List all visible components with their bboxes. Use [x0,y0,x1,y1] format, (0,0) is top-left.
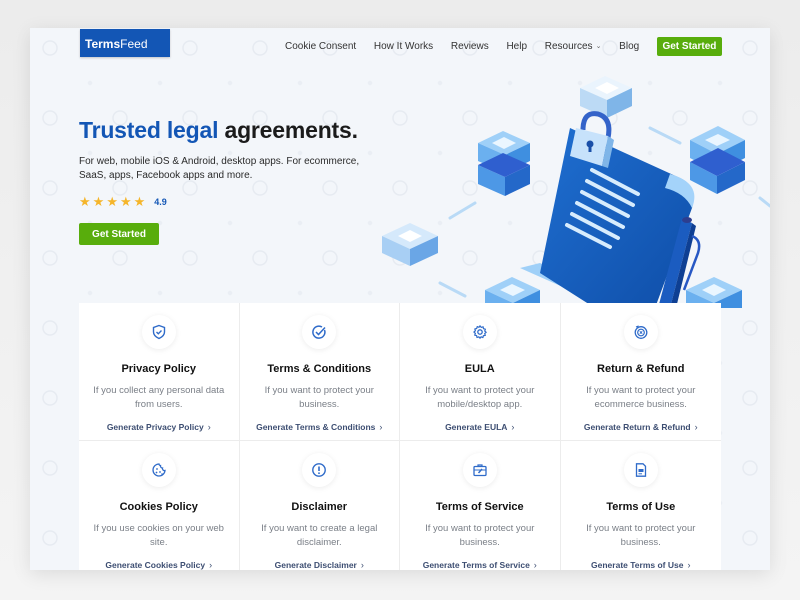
briefcase-icon [473,464,487,477]
chevron-right-icon: › [533,560,537,570]
card-description: If you want to protect your ecommerce bu… [586,385,696,410]
nav-get-started-button[interactable]: Get Started [656,36,722,56]
star-icon: ★ [79,194,91,209]
chevron-right-icon: › [511,422,515,432]
nav-cookie-consent[interactable]: Cookie Consent [285,41,356,52]
star-icon: ★ [133,194,146,209]
hero-illustration [382,76,770,308]
hero-title: Trusted legal agreements. [79,117,358,144]
card-title: Terms & Conditions [267,363,372,375]
card-icon-wrap [141,315,176,349]
rating: ★ ★ ★ ★ ★ 4.9 [79,195,167,208]
link-label: Generate Terms of Use [591,560,684,570]
box-top-center [580,76,632,118]
card-description: If you want to protect your business. [264,385,374,410]
box-left [382,223,438,266]
box-stack-left [478,131,530,196]
card-terms-conditions: Terms & Conditions If you want to protec… [239,303,400,441]
generate-terms-conditions-link[interactable]: Generate Terms & Conditions › [256,422,382,432]
logo[interactable]: Terms Feed [80,29,170,57]
generate-eula-link[interactable]: Generate EULA › [445,422,514,432]
card-description: If you collect any personal data from us… [93,385,225,410]
chevron-right-icon: › [379,422,383,432]
card-disclaimer: Disclaimer If you want to create a legal… [240,441,400,570]
card-description: If you want to protect your business. [425,523,535,548]
card-description: If you want to protect your mobile/deskt… [425,385,535,410]
card-icon-wrap [623,315,658,349]
link-label: Generate Terms & Conditions [256,422,376,432]
generate-cookies-policy-link[interactable]: Generate Cookies Policy › [105,560,212,570]
generate-terms-of-use-link[interactable]: Generate Terms of Use › [591,560,690,570]
card-description: If you want to create a legal disclaimer… [261,523,378,548]
hero-title-rest: agreements. [218,117,358,143]
card-description: If you use cookies on your web site. [93,523,224,548]
chevron-down-icon: ⌄ [595,43,602,50]
rating-value: 4.9 [154,196,167,207]
link-label: Generate Privacy Policy [106,422,204,432]
refund-icon [634,325,648,339]
generate-terms-of-service-link[interactable]: Generate Terms of Service › [423,560,537,570]
card-terms-of-use: Terms of Use If you want to protect your… [561,441,722,570]
link-label: Generate EULA [445,422,508,432]
hero-get-started-button[interactable]: Get Started [79,223,159,245]
card-icon-wrap [462,453,497,487]
logo-text-bold: Terms [85,37,121,51]
gear-icon [473,325,487,339]
generate-privacy-policy-link[interactable]: Generate Privacy Policy › [107,422,211,432]
card-icon-wrap [302,315,337,349]
card-privacy-policy: Privacy Policy If you collect any person… [79,303,240,441]
main-nav: Cookie Consent How It Works Reviews Help… [285,36,722,56]
nav-reviews[interactable]: Reviews [451,41,489,52]
generate-disclaimer-link[interactable]: Generate Disclaimer › [275,560,364,570]
card-title: Cookies Policy [119,501,198,513]
star-icon: ★ [106,194,118,209]
chevron-right-icon: › [687,560,691,570]
card-title: Privacy Policy [121,363,197,375]
link-label: Generate Cookies Policy [105,560,206,570]
alert-circle-icon [312,463,327,477]
document-icon [635,463,646,477]
card-return-refund: Return & Refund If you want to protect y… [560,303,721,441]
card-title: Terms of Service [435,501,524,513]
link-label: Generate Disclaimer [274,560,357,570]
star-icon: ★ [119,194,132,209]
card-icon-wrap [141,453,176,487]
star-icon: ★ [92,194,105,209]
nav-resources[interactable]: Resources ⌄ [545,41,602,52]
page: Terms Feed Cookie Consent How It Works Re… [30,28,770,570]
hero-title-accent: Trusted legal [79,117,219,143]
cookie-icon [152,463,166,477]
card-eula: EULA If you want to protect your mobile/… [400,303,561,441]
card-title: Terms of Use [606,501,676,513]
card-title: EULA [464,363,495,375]
check-circle-icon [312,325,326,339]
nav-how-it-works[interactable]: How It Works [374,41,433,52]
chevron-right-icon: › [360,560,364,570]
card-icon-wrap [462,315,497,349]
shield-check-icon [152,324,165,340]
nav-help[interactable]: Help [506,41,527,52]
card-title: Return & Refund [597,363,685,375]
card-title: Disclaimer [291,501,348,513]
logo-text-regular: Feed [120,37,148,51]
agreement-cards: Privacy Policy If you collect any person… [79,303,721,570]
link-label: Generate Return & Refund [583,422,691,432]
hero-subtitle: For web, mobile iOS & Android, desktop a… [79,156,360,181]
card-icon-wrap [302,453,337,487]
chevron-right-icon: › [694,422,698,432]
nav-blog[interactable]: Blog [619,41,639,52]
chevron-right-icon: › [209,560,213,570]
card-cookies-policy: Cookies Policy If you use cookies on you… [79,441,240,570]
box-stack-right [690,126,745,194]
card-terms-of-service: Terms of Service If you want to protect … [400,441,561,570]
generate-return-refund-link[interactable]: Generate Return & Refund › [584,422,698,432]
card-icon-wrap [623,453,658,487]
link-label: Generate Terms of Service [422,560,530,570]
nav-resources-label: Resources [544,40,593,52]
card-description: If you want to protect your business. [586,523,696,548]
chevron-right-icon: › [207,422,211,432]
